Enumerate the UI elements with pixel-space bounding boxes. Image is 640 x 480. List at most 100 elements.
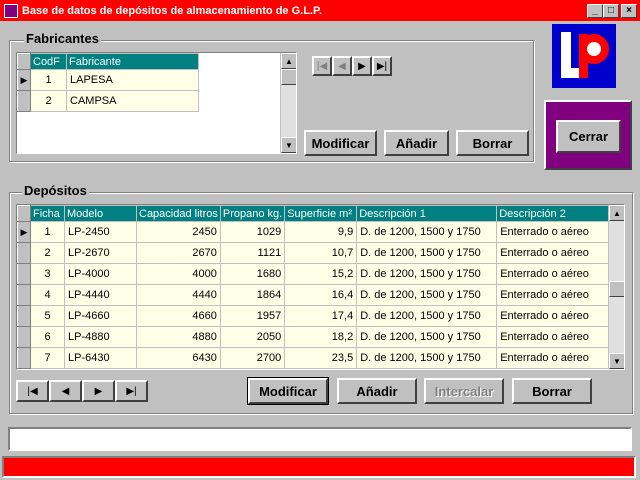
cell-propano[interactable]: 1957 [219, 305, 286, 327]
scroll-down-icon[interactable]: ▼ [609, 353, 624, 369]
column-header[interactable]: Ficha [30, 205, 65, 222]
cell-propano[interactable]: 1864 [219, 284, 286, 306]
cell-desc1[interactable]: D. de 1200, 1500 y 1750 [356, 221, 498, 243]
cell-superficie[interactable]: 18,2 [284, 326, 358, 348]
depositos-anadir-button[interactable]: Añadir [337, 378, 417, 404]
table-row[interactable]: 6 LP-4880 4880 2050 18,2 D. de 1200, 1500 y 1… [17, 326, 614, 348]
cell-propano[interactable]: 2050 [219, 326, 286, 348]
row-indicator[interactable] [17, 263, 31, 285]
cell-fabricante[interactable]: CAMPSA [66, 90, 199, 112]
cell-desc2[interactable]: Enterrado o aéreo [496, 263, 614, 285]
depositos-borrar-button[interactable]: Borrar [512, 378, 592, 404]
table-row[interactable]: 4 LP-4440 4440 1864 16,4 D. de 1200, 1500 y 1… [17, 284, 614, 306]
cell-modelo[interactable]: LP-4000 [64, 263, 137, 285]
fabricantes-anadir-button[interactable]: Añadir [384, 130, 449, 156]
cell-desc2[interactable]: Enterrado o aéreo [496, 284, 614, 306]
cell-propano[interactable]: 1029 [219, 221, 286, 243]
cell-superficie[interactable]: 23,5 [284, 347, 358, 369]
cell-ficha[interactable]: 7 [30, 347, 65, 369]
cell-propano[interactable]: 2700 [219, 347, 286, 369]
last-record-icon[interactable]: ▶| [372, 56, 392, 76]
cell-modelo[interactable]: LP-6430 [64, 347, 137, 369]
fabricantes-borrar-button[interactable]: Borrar [456, 130, 529, 156]
cell-superficie[interactable]: 16,4 [284, 284, 358, 306]
cell-fabricante[interactable]: LAPESA [66, 69, 199, 91]
cell-desc2[interactable]: Enterrado o aéreo [496, 326, 614, 348]
status-field[interactable] [8, 427, 632, 451]
prev-record-icon[interactable]: ◀ [332, 56, 352, 76]
close-window-button[interactable]: × [621, 3, 637, 18]
next-record-icon[interactable]: ▶ [82, 380, 115, 402]
first-record-icon[interactable]: |◀ [16, 380, 49, 402]
cell-superficie[interactable]: 15,2 [284, 263, 358, 285]
cell-capacidad[interactable]: 2450 [136, 221, 221, 243]
cell-capacidad[interactable]: 4000 [136, 263, 221, 285]
fabricantes-scrollbar[interactable]: ▲ ▼ [280, 53, 296, 153]
scroll-up-icon[interactable]: ▲ [281, 53, 296, 69]
cell-capacidad[interactable]: 6430 [136, 347, 221, 369]
cell-desc1[interactable]: D. de 1200, 1500 y 1750 [356, 284, 498, 306]
cell-capacidad[interactable]: 4880 [136, 326, 221, 348]
cell-capacidad[interactable]: 4660 [136, 305, 221, 327]
row-indicator[interactable] [17, 242, 31, 264]
row-indicator[interactable] [17, 284, 31, 306]
cell-propano[interactable]: 1680 [219, 263, 286, 285]
table-row[interactable]: ▶ 1 LAPESA [17, 69, 199, 91]
column-header[interactable]: Propano kg. [219, 205, 286, 222]
cell-modelo[interactable]: LP-4660 [64, 305, 137, 327]
cell-desc2[interactable]: Enterrado o aéreo [496, 305, 614, 327]
row-indicator[interactable] [17, 90, 31, 112]
cell-desc1[interactable]: D. de 1200, 1500 y 1750 [356, 305, 498, 327]
cell-superficie[interactable]: 10,7 [284, 242, 358, 264]
table-row[interactable]: 7 LP-6430 6430 2700 23,5 D. de 1200, 1500 y 1… [17, 347, 614, 369]
depositos-intercalar-button[interactable]: Intercalar [424, 378, 504, 404]
cell-modelo[interactable]: LP-2670 [64, 242, 137, 264]
fabricantes-grid[interactable]: CodF Fabricante ▶ 1 LAPESA 2 CAMPSA ▲ ▼ [16, 52, 297, 154]
cell-desc1[interactable]: D. de 1200, 1500 y 1750 [356, 347, 498, 369]
cell-superficie[interactable]: 9,9 [284, 221, 358, 243]
column-header[interactable]: CodF [30, 53, 67, 70]
cell-propano[interactable]: 1121 [219, 242, 286, 264]
cell-capacidad[interactable]: 2670 [136, 242, 221, 264]
first-record-icon[interactable]: |◀ [312, 56, 332, 76]
fabricantes-modificar-button[interactable]: Modificar [304, 130, 377, 156]
row-indicator[interactable] [17, 326, 31, 348]
table-row[interactable]: 2 CAMPSA [17, 90, 199, 112]
cell-ficha[interactable]: 3 [30, 263, 65, 285]
cell-superficie[interactable]: 17,4 [284, 305, 358, 327]
column-header[interactable]: Capacidad litros [136, 205, 221, 222]
cell-ficha[interactable]: 5 [30, 305, 65, 327]
cerrar-button[interactable]: Cerrar [556, 120, 621, 153]
cell-desc1[interactable]: D. de 1200, 1500 y 1750 [356, 326, 498, 348]
cell-modelo[interactable]: LP-4440 [64, 284, 137, 306]
column-header[interactable]: Fabricante [66, 53, 199, 70]
cell-modelo[interactable]: LP-4880 [64, 326, 137, 348]
scroll-thumb[interactable] [609, 281, 624, 297]
cell-ficha[interactable]: 6 [30, 326, 65, 348]
table-row[interactable]: 5 LP-4660 4660 1957 17,4 D. de 1200, 1500 y 1… [17, 305, 614, 327]
cell-ficha[interactable]: 1 [30, 221, 65, 243]
cell-capacidad[interactable]: 4440 [136, 284, 221, 306]
next-record-icon[interactable]: ▶ [352, 56, 372, 76]
table-row[interactable]: 2 LP-2670 2670 1121 10,7 D. de 1200, 1500 y 1… [17, 242, 614, 264]
row-indicator[interactable] [17, 347, 31, 369]
prev-record-icon[interactable]: ◀ [49, 380, 82, 402]
last-record-icon[interactable]: ▶| [115, 380, 148, 402]
cell-codf[interactable]: 2 [30, 90, 67, 112]
maximize-button[interactable]: □ [603, 3, 619, 18]
cell-ficha[interactable]: 2 [30, 242, 65, 264]
scroll-up-icon[interactable]: ▲ [609, 205, 624, 221]
scroll-thumb[interactable] [281, 69, 296, 85]
column-header[interactable]: Descripción 2 [496, 205, 614, 222]
scroll-down-icon[interactable]: ▼ [281, 137, 296, 153]
cell-desc1[interactable]: D. de 1200, 1500 y 1750 [356, 263, 498, 285]
cell-desc2[interactable]: Enterrado o aéreo [496, 347, 614, 369]
column-header[interactable]: Modelo [64, 205, 137, 222]
row-indicator-icon[interactable]: ▶ [17, 221, 31, 243]
depositos-scrollbar[interactable]: ▲ ▼ [608, 205, 624, 369]
table-row[interactable]: 3 LP-4000 4000 1680 15,2 D. de 1200, 1500 y 1… [17, 263, 614, 285]
depositos-grid[interactable]: Ficha Modelo Capacidad litros Propano kg… [16, 204, 625, 370]
cell-ficha[interactable]: 4 [30, 284, 65, 306]
row-indicator[interactable] [17, 305, 31, 327]
column-header[interactable]: Superficie m² [284, 205, 358, 222]
